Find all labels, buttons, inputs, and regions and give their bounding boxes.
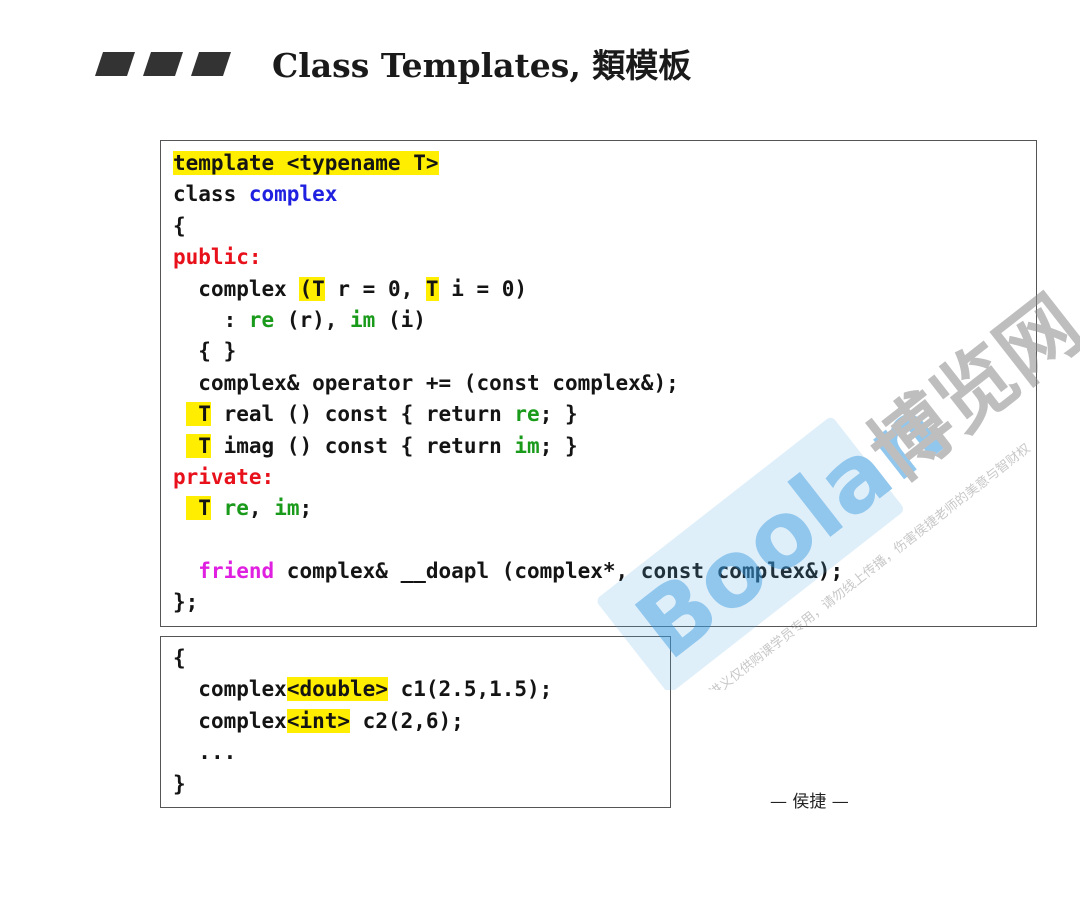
code-line: private:	[173, 462, 843, 493]
code-token: }	[173, 771, 186, 796]
code-token: {	[173, 646, 186, 670]
code-line: complex<double> c1(2.5,1.5);	[173, 674, 552, 705]
code-token: { }	[198, 339, 237, 364]
code-line: {	[173, 643, 552, 674]
code-token: public:	[173, 245, 262, 270]
code-token: re	[248, 307, 275, 332]
code-line: : re (r), im (i)	[173, 305, 843, 336]
title-bars-decoration	[95, 52, 231, 76]
code-token: ; }	[539, 402, 578, 427]
code-line: friend complex& __doapl (complex*, const…	[173, 556, 843, 587]
code-token: i = 0)	[438, 276, 528, 301]
code-token: :	[223, 307, 249, 332]
title-bar-3	[191, 52, 231, 76]
code-token: private:	[173, 464, 275, 489]
highlighted-token: T	[185, 496, 211, 521]
code-line: };	[173, 587, 843, 618]
code-token: complex	[198, 276, 300, 301]
code-line: complex& operator += (const complex&);	[173, 368, 843, 399]
code-line: T imag () const { return im; }	[173, 431, 843, 462]
code-token: ; }	[539, 433, 578, 458]
code-token: c1(2.5,1.5);	[387, 677, 553, 702]
class-template-code: template <typename T> class complex { publi…	[173, 148, 843, 619]
code-token: ...	[198, 740, 237, 765]
code-line: complex<int> c2(2,6);	[173, 706, 552, 737]
highlighted-token: T	[425, 276, 439, 301]
code-token: complex	[198, 677, 287, 702]
highlighted-token: <int>	[286, 708, 351, 733]
code-token: complex	[248, 182, 338, 207]
code-line: complex (T r = 0, T i = 0)	[173, 274, 843, 305]
code-token: complex	[198, 708, 287, 733]
highlighted-token: <double>	[286, 677, 388, 702]
title-bar-1	[95, 52, 135, 76]
code-line: { }	[173, 336, 843, 367]
code-token: im	[274, 496, 300, 521]
code-token: c2(2,6);	[350, 708, 464, 733]
code-token: (r),	[274, 307, 351, 332]
highlighted-token: template <typename T>	[173, 151, 439, 175]
code-line: template <typename T>	[173, 148, 843, 179]
author-signature: — 侯捷 —	[770, 792, 849, 812]
code-line: ...	[173, 737, 552, 768]
code-token: imag () const { return	[210, 433, 515, 458]
code-token: {	[173, 213, 186, 238]
code-token: im	[350, 307, 376, 332]
code-line: }	[173, 769, 552, 800]
code-token: real () const { return	[210, 402, 515, 427]
highlighted-token: (T	[299, 276, 325, 301]
slide-title: Class Templates, 類模板	[272, 46, 692, 85]
usage-code: { complex<double> c1(2.5,1.5); complex<i…	[173, 643, 552, 800]
code-line: T real () const { return re; }	[173, 399, 843, 430]
code-token: ;	[299, 496, 313, 521]
code-token: im	[514, 433, 540, 458]
code-line: public:	[173, 242, 843, 273]
code-token: complex& operator += (const complex&);	[198, 370, 679, 395]
code-token: re	[514, 402, 540, 427]
code-token: ,	[248, 496, 275, 521]
code-token: (i)	[375, 307, 426, 332]
highlighted-token: T	[185, 402, 211, 427]
highlighted-token: T	[185, 433, 211, 458]
code-line: T re, im;	[173, 493, 843, 524]
code-token: friend	[198, 559, 275, 584]
title-bar-2	[143, 52, 183, 76]
code-token: r = 0,	[324, 276, 426, 301]
code-line: {	[173, 211, 843, 242]
code-line: class complex	[173, 179, 843, 210]
code-token: };	[173, 590, 199, 615]
code-token: class	[173, 182, 249, 207]
code-token: complex& __doapl (complex*, const comple…	[274, 559, 844, 584]
code-token: re	[223, 496, 249, 521]
